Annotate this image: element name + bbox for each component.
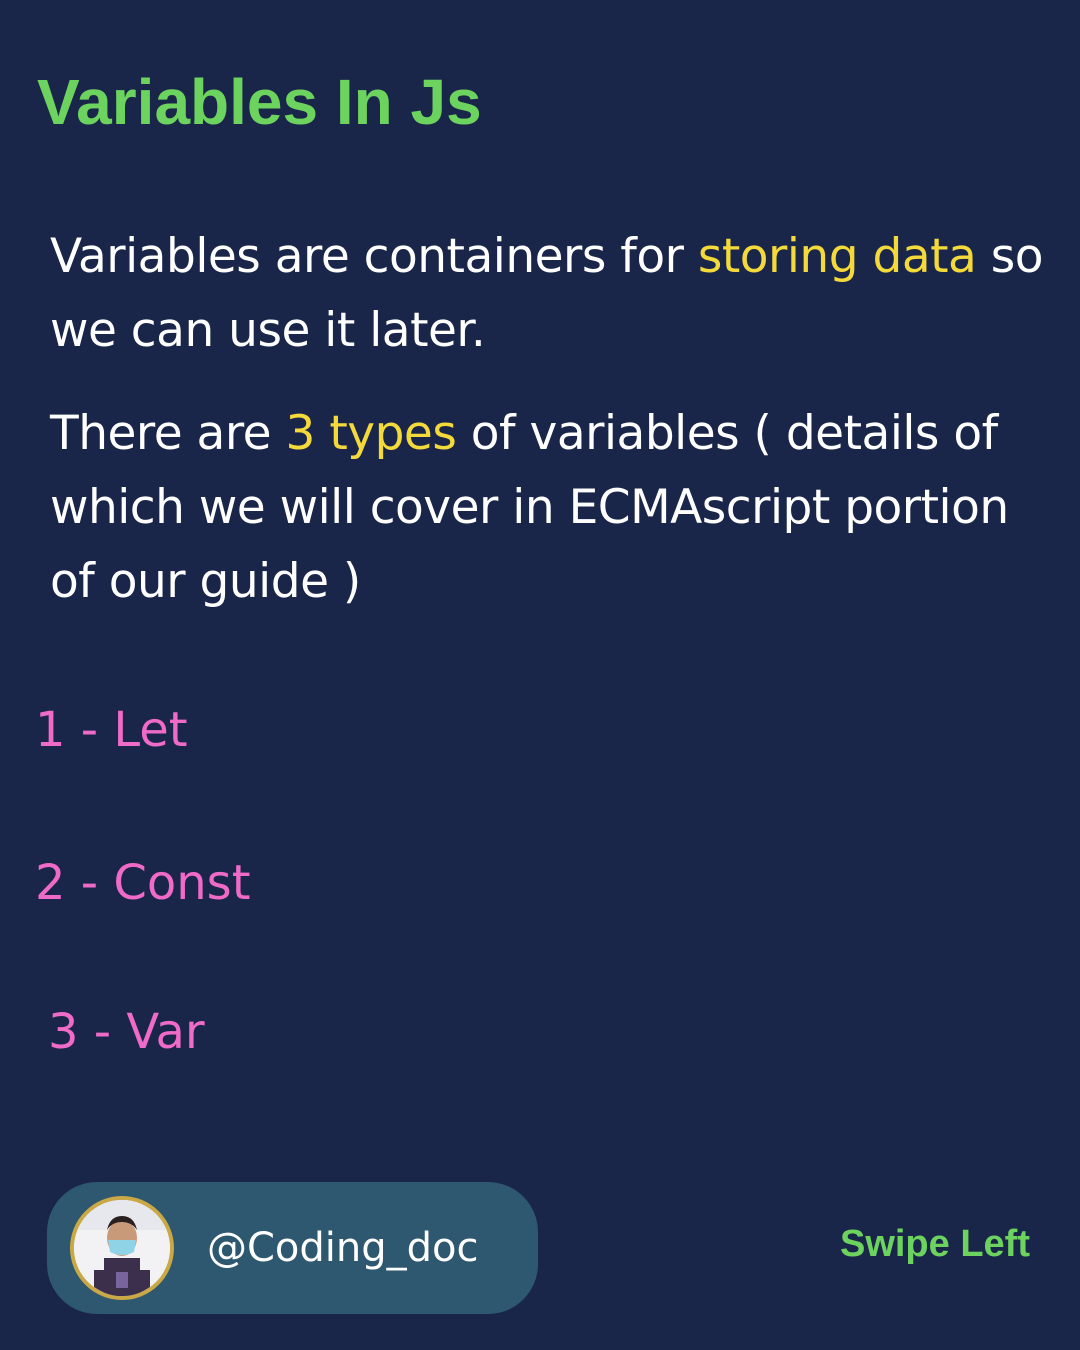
definition-highlight: storing data — [697, 229, 977, 284]
list-item-let: 1 - Let — [35, 702, 188, 758]
avatar — [70, 1196, 174, 1300]
author-handle[interactable]: @Coding_doc — [207, 1220, 479, 1276]
author-handle-badge[interactable]: @Coding_doc — [47, 1182, 538, 1314]
types-text-start: There are — [50, 406, 286, 461]
definition-paragraph: Variables are containers for storing dat… — [50, 220, 1060, 368]
types-highlight: 3 types — [285, 406, 457, 461]
page-title: Variables In Js — [37, 66, 482, 138]
list-item-var: 3 - Var — [48, 1004, 205, 1060]
profile-photo-icon — [74, 1200, 170, 1296]
types-paragraph: There are 3 types of variables ( details… — [50, 397, 1060, 619]
list-item-const: 2 - Const — [35, 855, 251, 911]
definition-text-start: Variables are containers for — [50, 229, 698, 284]
swipe-left-label[interactable]: Swipe Left — [840, 1220, 1030, 1268]
